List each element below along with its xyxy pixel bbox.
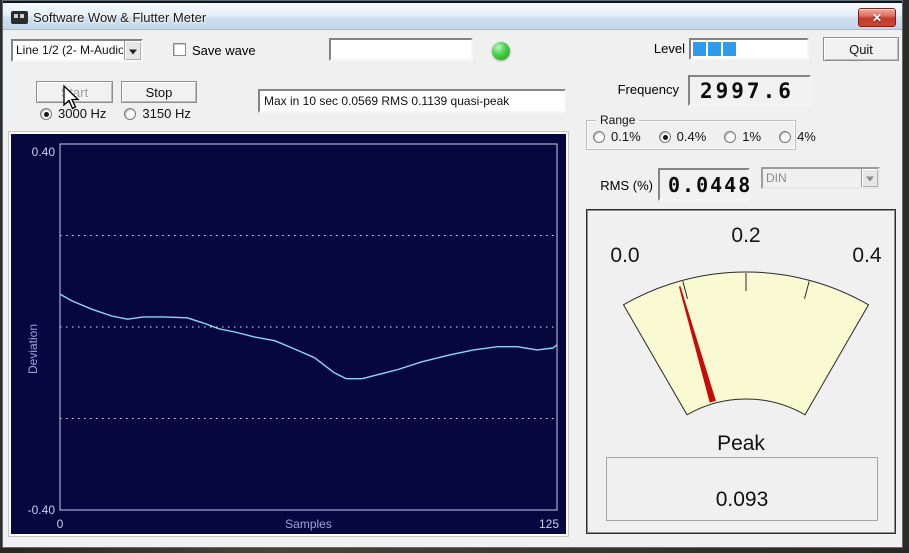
wow-flutter-gauge: 0.0 0.2 0.4 xyxy=(610,224,882,416)
save-wave-label: Save wave xyxy=(192,43,256,58)
rms-label: RMS (%) xyxy=(600,178,653,193)
status-readout: Max in 10 sec 0.0569 RMS 0.1139 quasi-pe… xyxy=(258,89,566,113)
radio-label: 3000 Hz xyxy=(58,106,107,121)
radio-icon xyxy=(779,130,792,143)
weighting-arrow-button xyxy=(861,169,878,187)
svg-text:-0.40: -0.40 xyxy=(28,503,56,517)
range-radio-group: 0.1% 0.4% 1% 4% xyxy=(593,129,834,144)
svg-text:Deviation: Deviation xyxy=(26,324,40,374)
frequency-label: Frequency xyxy=(617,82,679,97)
start-button[interactable]: Start xyxy=(36,81,113,103)
test-frequency-radio-group: 3000 Hz 3150 Hz xyxy=(40,106,209,121)
screen: Software Wow & Flutter Meter ✕ Line 1/2 … xyxy=(0,0,909,553)
radio-range-4-[interactable]: 4% xyxy=(779,129,816,144)
input-device-value: Line 1/2 (2- M-Audio De xyxy=(16,43,123,57)
signal-led-indicator xyxy=(492,42,510,60)
svg-text:0: 0 xyxy=(57,517,64,531)
radio-range-0-1-[interactable]: 0.1% xyxy=(593,129,641,144)
radio-range-1-[interactable]: 1% xyxy=(724,129,761,144)
analog-meter-panel: 0.0 0.2 0.4 Peak 0.093 xyxy=(586,209,896,534)
level-progress-bar xyxy=(689,38,809,60)
chevron-down-icon xyxy=(129,49,137,54)
rms-display: 0.0448 xyxy=(658,168,750,201)
radio-freq-3000-hz[interactable]: 3000 Hz xyxy=(40,106,106,121)
radio-icon xyxy=(40,107,52,120)
radio-freq-3150-hz[interactable]: 3150 Hz xyxy=(124,106,191,121)
gauge-scale-label: 0.4 xyxy=(852,244,882,267)
frequency-display: 2997.6 xyxy=(688,75,811,106)
app-window: Software Wow & Flutter Meter ✕ Line 1/2 … xyxy=(2,0,903,548)
weighting-value: DIN xyxy=(766,171,787,185)
title-bar[interactable]: Software Wow & Flutter Meter ✕ xyxy=(3,1,902,30)
level-segment xyxy=(693,42,706,56)
level-segment xyxy=(723,42,736,56)
weighting-select[interactable]: DIN xyxy=(761,167,880,189)
stop-button[interactable]: Stop xyxy=(121,81,197,103)
svg-text:0.40: 0.40 xyxy=(32,145,56,159)
deviation-chart: 0.40 -0.40 0 125 Samples Deviation xyxy=(11,134,566,534)
quit-button[interactable]: Quit xyxy=(823,37,899,61)
combo-arrow-button[interactable] xyxy=(124,41,141,60)
radio-icon xyxy=(658,130,671,143)
radio-icon xyxy=(724,130,737,143)
radio-label: 0.1% xyxy=(611,129,641,144)
radio-label: 0.4% xyxy=(676,129,707,144)
filename-field[interactable] xyxy=(329,38,473,61)
gauge-scale-label: 0.0 xyxy=(610,244,639,267)
radio-range-0-4-[interactable]: 0.4% xyxy=(658,129,707,144)
input-device-select[interactable]: Line 1/2 (2- M-Audio De xyxy=(11,39,143,62)
close-button[interactable]: ✕ xyxy=(858,8,896,27)
window-title: Software Wow & Flutter Meter xyxy=(33,10,207,25)
range-group-label: Range xyxy=(596,113,640,127)
save-wave-checkbox[interactable] xyxy=(173,43,186,56)
radio-label: 4% xyxy=(797,129,816,144)
peak-label: Peak xyxy=(717,432,765,455)
svg-text:125: 125 xyxy=(539,517,559,531)
deviation-chart-plot: 0.40 -0.400 125 Samples Deviation xyxy=(11,134,566,534)
gauge-scale-label: 0.2 xyxy=(731,224,760,247)
level-segment xyxy=(708,42,721,56)
peak-value-display: 0.093 xyxy=(606,457,878,521)
chevron-down-icon xyxy=(866,176,874,182)
level-label: Level xyxy=(653,41,685,56)
radio-label: 1% xyxy=(742,129,762,144)
range-group: Range 0.1% 0.4% 1% 4% xyxy=(586,113,816,150)
close-icon: ✕ xyxy=(871,11,883,25)
radio-label: 3150 Hz xyxy=(142,106,191,121)
app-icon xyxy=(11,11,28,24)
gauge-dial-face xyxy=(622,271,870,416)
radio-icon xyxy=(124,107,137,120)
radio-icon xyxy=(593,130,605,143)
svg-text:Samples: Samples xyxy=(285,517,332,531)
